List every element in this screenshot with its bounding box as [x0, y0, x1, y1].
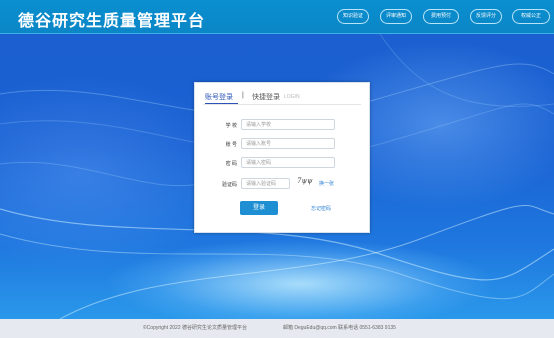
nav-review-notice[interactable]: 评审通知 — [380, 9, 412, 24]
captcha-label: 验证码 — [221, 182, 237, 188]
password-label: 密 码 — [225, 161, 237, 167]
tab-separator: | — [242, 92, 244, 99]
captcha-input[interactable]: 请输入验证码 — [241, 178, 290, 189]
refresh-captcha-link[interactable]: 换一张 — [319, 180, 334, 187]
account-input[interactable]: 请输入账号 — [241, 138, 335, 149]
login-button[interactable]: 登录 — [240, 201, 278, 215]
tab-quick-login[interactable]: 快捷登录 — [252, 92, 280, 102]
nav-authority-fair[interactable]: 权威公正 — [512, 9, 550, 24]
nav-feedback-score[interactable]: 反馈评分 — [470, 9, 502, 24]
tab-account-login[interactable]: 账号登录 — [205, 92, 233, 102]
captcha-image[interactable]: 7ψψ — [297, 177, 315, 187]
tab-login-caption: LOGIN — [284, 94, 300, 100]
top-header: 德谷研究生质量管理平台 知识验证 评审通知 费用预付 反馈评分 权威公正 — [0, 0, 554, 34]
account-label: 账 号 — [225, 142, 237, 148]
tab-divider — [203, 104, 361, 105]
login-card: 账号登录 | 快捷登录 LOGIN 学 校 请输入学校 账 号 请输入账号 密 … — [194, 82, 370, 233]
school-input[interactable]: 请输入学校 — [241, 119, 335, 130]
nav-knowledge-verify[interactable]: 知识验证 — [337, 9, 369, 24]
school-label: 学 校 — [225, 123, 237, 129]
password-input[interactable]: 请输入密码 — [241, 157, 335, 168]
forgot-password-link[interactable]: 忘记密码 — [311, 205, 331, 212]
site-title: 德谷研究生质量管理平台 — [18, 13, 206, 30]
footer-contact: 邮箱 DeguEdu@qq.com 联系电话 0551-6383 9135 — [283, 325, 396, 331]
footer-copyright: ©Copyright 2022 德谷研究生论文质量管理平台 — [143, 325, 247, 331]
page-footer: ©Copyright 2022 德谷研究生论文质量管理平台 邮箱 DeguEdu… — [0, 319, 554, 338]
nav-fee-prepay[interactable]: 费用预付 — [423, 9, 459, 24]
